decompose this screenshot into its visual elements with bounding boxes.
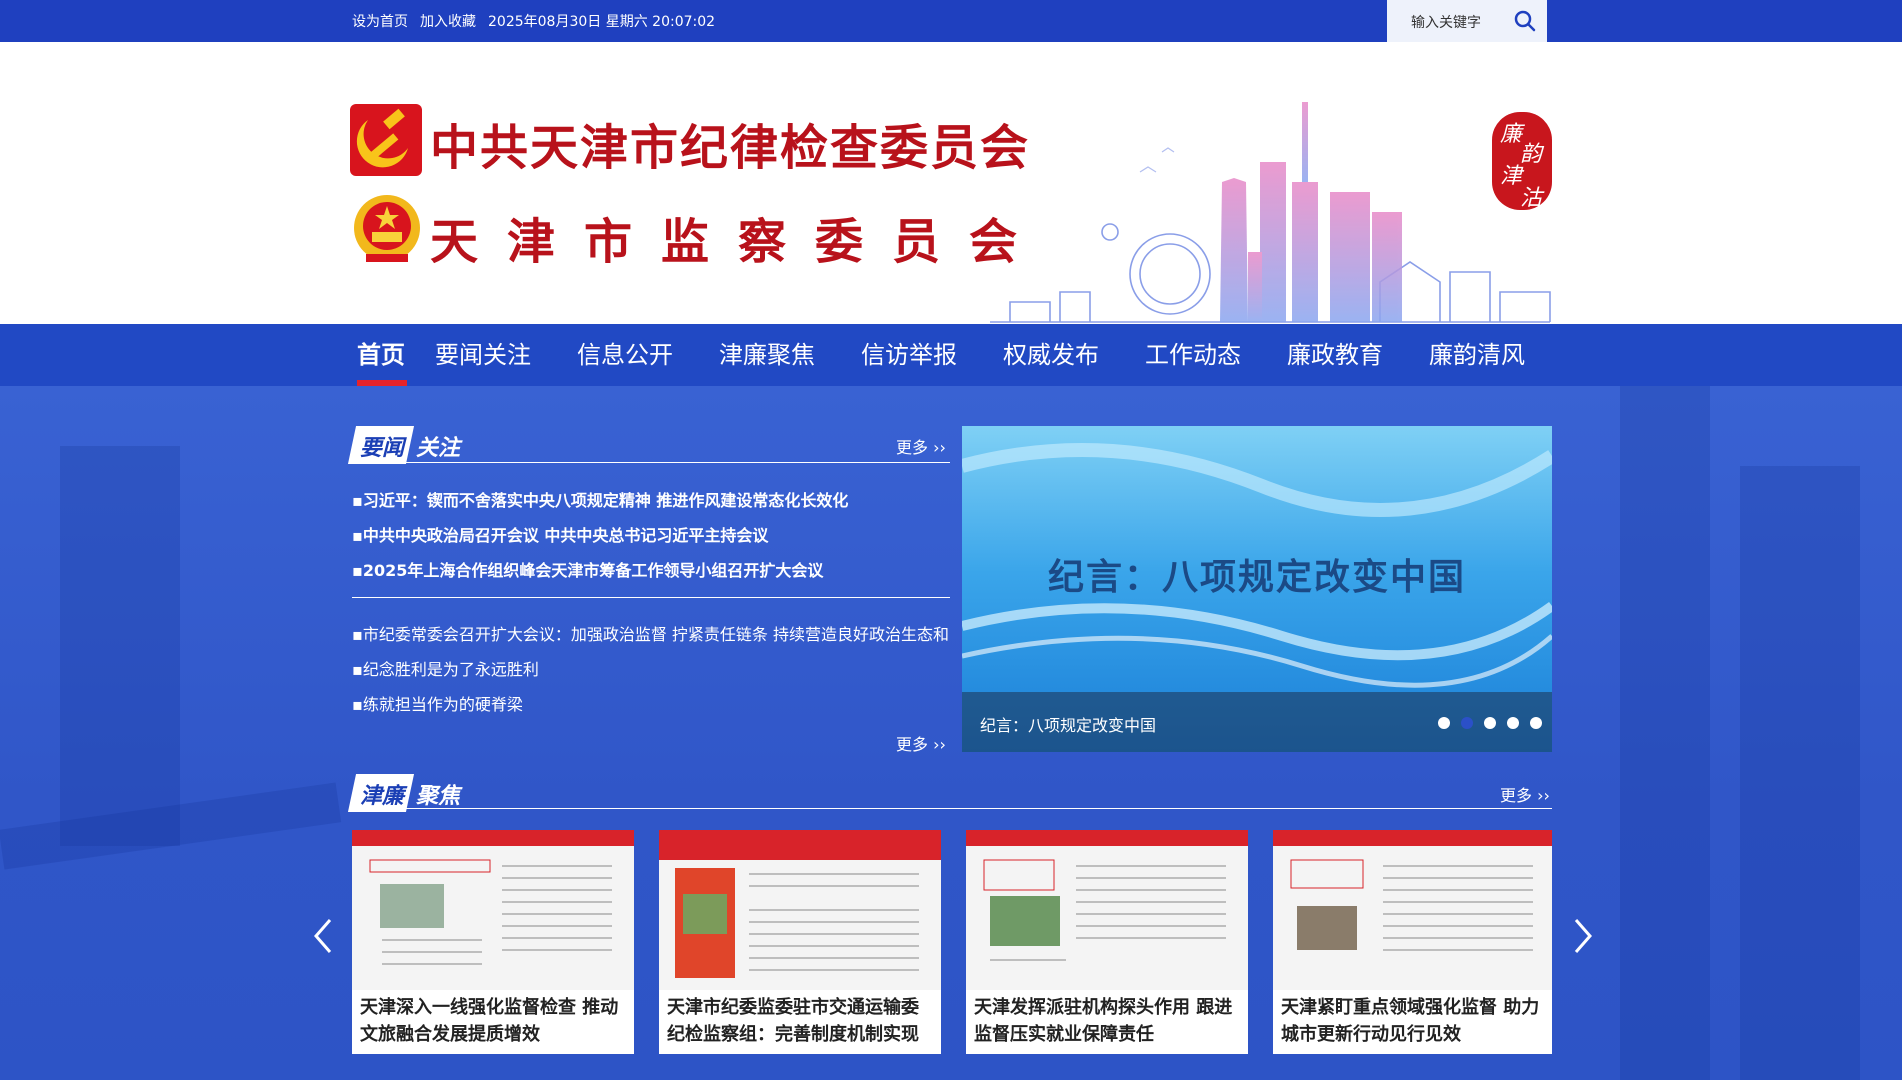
- focus-card[interactable]: 天津紧盯重点领域强化监督 助力城市更新行动见行见效: [1273, 830, 1552, 1054]
- headline-item[interactable]: ▪中共中央政治局召开会议 中共中央总书记习近平主持会议: [352, 522, 768, 546]
- datetime-text: 2025年08月30日 星期六 20:07:02: [488, 14, 716, 30]
- nav-item-info[interactable]: 信息公开: [577, 324, 673, 386]
- content-background: [0, 386, 1902, 1080]
- news-title-part-b: 关注: [416, 436, 461, 461]
- nav-item-work[interactable]: 工作动态: [1145, 324, 1241, 386]
- top-links: 设为首页 加入收藏 2025年08月30日 星期六 20:07:02: [352, 0, 727, 42]
- title-discipline-commission: 中共天津市纪律检查委员会: [430, 120, 1031, 176]
- site-header: 中共天津市纪律检查委员会 天津市监察委员会 廉 韵 津 沽: [0, 42, 1902, 324]
- bg-building: [60, 446, 180, 846]
- nav-item-education[interactable]: 廉政教育: [1287, 324, 1383, 386]
- top-bar: 设为首页 加入收藏 2025年08月30日 星期六 20:07:02 输入关键字: [0, 0, 1902, 42]
- news-list-item[interactable]: ▪纪念胜利是为了永远胜利: [352, 656, 539, 680]
- news-list-item[interactable]: ▪市纪委常委会召开扩大会议：加强政治监督 拧紧责任链条 持续营造良好政治生态和: [352, 621, 950, 645]
- nav-item-focus[interactable]: 津廉聚焦: [719, 324, 815, 386]
- newspaper-thumbnail: [1273, 830, 1552, 990]
- nav-item-release[interactable]: 权威发布: [1003, 324, 1099, 386]
- newspaper-masthead: [352, 830, 634, 846]
- seal-char-3: 津: [1500, 164, 1523, 189]
- card-caption[interactable]: 天津发挥派驻机构探头作用 跟进监督压实就业保障责任: [974, 994, 1242, 1048]
- party-emblem-icon: [350, 104, 422, 176]
- focus-card[interactable]: 天津深入一线强化监督检查 推动文旅融合发展提质增效: [352, 830, 634, 1054]
- carousel-next-arrow-icon[interactable]: [1572, 918, 1594, 954]
- focus-divider: [352, 808, 1552, 809]
- newspaper-page-illustration: [983, 859, 1226, 961]
- news-more-bottom-link[interactable]: 更多 ››: [896, 731, 946, 755]
- newspaper-page-illustration: [675, 868, 919, 978]
- headline-item[interactable]: ▪2025年上海合作组织峰会天津市筹备工作领导小组召开扩大会议: [352, 557, 823, 581]
- city-skyline-illustration: [990, 102, 1551, 323]
- news-section-title: 要闻 关注: [347, 424, 492, 464]
- newspaper-masthead: [966, 830, 1248, 846]
- slider-dot[interactable]: [1438, 717, 1450, 729]
- set-home-link[interactable]: 设为首页: [352, 11, 408, 31]
- main-nav: 首页 要闻关注 信息公开 津廉聚焦 信访举报 权威发布 工作动态 廉政教育 廉韵…: [0, 324, 1902, 386]
- focus-title-part-b: 聚焦: [416, 784, 461, 809]
- card-caption[interactable]: 天津紧盯重点领域强化监督 助力城市更新行动见行见效: [1281, 994, 1549, 1048]
- slider-caption[interactable]: 纪言：八项规定改变中国: [980, 712, 1156, 736]
- newspaper-thumbnail: [659, 830, 941, 990]
- news-list-item[interactable]: ▪练就担当作为的硬脊梁: [352, 691, 523, 715]
- nav-item-culture[interactable]: 廉韵清风: [1429, 324, 1525, 386]
- search-icon[interactable]: [1513, 9, 1537, 33]
- seal-char-2: 韵: [1520, 142, 1543, 167]
- slider-dot-active[interactable]: [1461, 717, 1473, 729]
- nav-item-report[interactable]: 信访举报: [861, 324, 957, 386]
- search-box[interactable]: 输入关键字: [1387, 0, 1547, 42]
- focus-title-part-a: 津廉: [360, 784, 405, 809]
- card-caption[interactable]: 天津深入一线强化监督检查 推动文旅融合发展提质增效: [360, 994, 628, 1048]
- headline-item[interactable]: ▪习近平：锲而不舍落实中央八项规定精神 推进作风建设常态化长效化: [352, 487, 848, 511]
- newspaper-masthead: [659, 830, 941, 860]
- focus-section-title: 津廉 聚焦: [347, 772, 492, 812]
- seal-badge: 廉 韵 津 沽: [1492, 112, 1552, 211]
- search-input[interactable]: 输入关键字: [1411, 12, 1481, 32]
- news-title-part-a: 要闻: [360, 436, 405, 461]
- newspaper-thumbnail: [352, 830, 634, 990]
- news-slider[interactable]: 纪言：八项规定改变中国 纪言：八项规定改变中国: [962, 426, 1552, 752]
- slider-dot[interactable]: [1484, 717, 1496, 729]
- slider-dot[interactable]: [1507, 717, 1519, 729]
- headline-divider: [352, 597, 950, 598]
- news-more-link[interactable]: 更多 ››: [896, 434, 946, 458]
- seal-char-4: 沽: [1520, 186, 1543, 211]
- national-emblem-icon: [354, 195, 420, 262]
- carousel-prev-arrow-icon[interactable]: [312, 918, 334, 954]
- bg-building: [1620, 386, 1710, 1080]
- focus-card[interactable]: 天津市纪委监委驻市交通运输委纪检监察组：完善制度机制实现: [659, 830, 941, 1054]
- seal-char-1: 廉: [1500, 122, 1523, 147]
- nav-item-home[interactable]: 首页: [357, 324, 405, 386]
- focus-more-link[interactable]: 更多 ››: [1500, 782, 1550, 806]
- card-caption[interactable]: 天津市纪委监委驻市交通运输委纪检监察组：完善制度机制实现: [667, 994, 935, 1048]
- newspaper-page-illustration: [369, 859, 612, 965]
- nav-item-news[interactable]: 要闻关注: [435, 324, 531, 386]
- add-favorite-link[interactable]: 加入收藏: [420, 11, 476, 31]
- newspaper-masthead: [1273, 830, 1552, 846]
- slider-dot[interactable]: [1530, 717, 1542, 729]
- newspaper-page-illustration: [1290, 859, 1533, 951]
- focus-card[interactable]: 天津发挥派驻机构探头作用 跟进监督压实就业保障责任: [966, 830, 1248, 1054]
- title-supervision-commission: 天津市监察委员会: [430, 214, 1047, 270]
- news-divider: [352, 462, 950, 463]
- bg-building: [1740, 466, 1860, 1080]
- slider-headline: 纪言：八项规定改变中国: [1047, 557, 1466, 598]
- newspaper-thumbnail: [966, 830, 1248, 990]
